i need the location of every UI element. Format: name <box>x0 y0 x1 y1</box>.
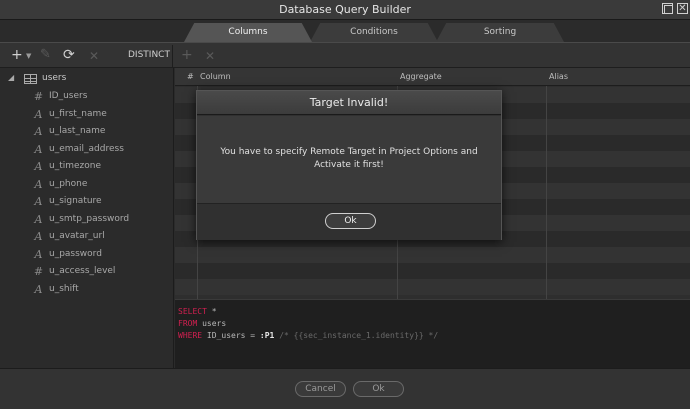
sql-line-select: SELECT * <box>178 306 690 318</box>
field-label: u_first_name <box>49 108 107 119</box>
field-label: u_password <box>49 248 102 259</box>
sql-line-from: FROM users <box>178 318 690 330</box>
dialog-footer: Cancel Ok <box>0 368 690 409</box>
field-label: u_signature <box>49 196 102 206</box>
column-header-alias[interactable]: Alias <box>549 72 568 81</box>
field-label: u_smtp_password <box>49 213 130 224</box>
text-icon: A <box>34 177 43 191</box>
chevron-down-icon[interactable]: ▼ <box>26 52 31 60</box>
table-tree-panel: ◢ users # ID_users Au_first_name Au_last_… <box>0 68 174 368</box>
field-label: u_timezone <box>49 161 102 171</box>
tab-columns[interactable]: Columns <box>184 23 312 42</box>
column-header-index: # <box>187 72 194 81</box>
add-icon[interactable]: + <box>11 47 23 63</box>
alert-dialog: Target Invalid! You have to specify Remo… <box>196 90 502 240</box>
table-row[interactable] <box>175 247 690 263</box>
sql-keyword: FROM <box>178 319 198 328</box>
sql-value: ID_users = <box>206 331 256 340</box>
ok-button[interactable]: Ok <box>353 381 404 397</box>
sql-value: * <box>211 307 217 316</box>
text-icon: A <box>34 142 43 156</box>
text-icon: A <box>34 212 43 226</box>
text-icon: A <box>34 195 43 208</box>
field-label: u_shift <box>49 283 79 294</box>
column-header-aggregate[interactable]: Aggregate <box>400 72 442 81</box>
sql-comment: /* {{sec_instance_1.identity}} */ <box>279 331 439 340</box>
text-icon: A <box>34 282 43 296</box>
add-column-icon[interactable]: + <box>181 47 193 63</box>
sql-parameter: :P1 <box>259 331 275 340</box>
column-header-column[interactable]: Column <box>200 72 231 81</box>
sql-keyword: SELECT <box>178 307 207 316</box>
sql-preview[interactable]: SELECT * FROM users WHERE ID_users = :P1… <box>175 299 690 368</box>
maximize-icon[interactable] <box>662 3 673 14</box>
alert-body: You have to specify Remote Target in Pro… <box>197 116 501 204</box>
toolbar-divider <box>172 45 173 67</box>
tree-table-label: users <box>42 73 67 83</box>
field-label: ID_users <box>49 91 88 101</box>
toolbar: + ▼ ✎ ⟳ ✕ DISTINCT + ✕ <box>0 42 690 68</box>
field-label: u_email_address <box>49 143 124 154</box>
table-row[interactable] <box>175 279 690 295</box>
tab-strip: Sorting Conditions Columns <box>0 20 690 42</box>
sql-line-where: WHERE ID_users = :P1 /* {{sec_instance_1… <box>178 330 690 342</box>
text-icon: A <box>34 247 43 261</box>
window-titlebar: Database Query Builder ✕ <box>0 0 690 20</box>
expand-arrow-icon[interactable]: ◢ <box>8 73 14 82</box>
alert-footer: Ok <box>197 205 501 240</box>
distinct-toggle[interactable]: DISTINCT <box>128 50 170 60</box>
field-label: u_phone <box>49 178 88 189</box>
tab-conditions[interactable]: Conditions <box>310 23 438 42</box>
alert-ok-button[interactable]: Ok <box>325 213 376 229</box>
edit-icon[interactable]: ✎ <box>40 47 51 62</box>
alert-message: You have to specify Remote Target in Pro… <box>220 147 478 170</box>
sql-keyword: WHERE <box>178 331 203 340</box>
field-label: u_last_name <box>49 126 106 136</box>
text-icon: A <box>34 107 43 121</box>
hash-icon: # <box>33 265 44 278</box>
window-title: Database Query Builder <box>279 3 411 16</box>
table-row[interactable] <box>175 263 690 279</box>
grid-divider <box>546 68 547 299</box>
delete-icon[interactable]: ✕ <box>89 49 99 63</box>
close-icon[interactable]: ✕ <box>677 3 688 14</box>
remove-column-icon[interactable]: ✕ <box>205 49 215 63</box>
refresh-icon[interactable]: ⟳ <box>63 47 75 63</box>
tab-sorting[interactable]: Sorting <box>436 23 564 42</box>
cancel-button[interactable]: Cancel <box>295 381 346 397</box>
hash-icon: # <box>33 90 44 103</box>
text-icon: A <box>34 125 43 138</box>
sql-value: users <box>202 319 227 328</box>
text-icon: A <box>34 230 43 243</box>
field-label: u_access_level <box>49 266 116 276</box>
text-icon: A <box>34 160 43 173</box>
grid-header: # Column Aggregate Alias <box>175 68 690 86</box>
field-label: u_avatar_url <box>49 231 105 241</box>
table-icon <box>24 74 37 84</box>
alert-title: Target Invalid! <box>197 91 501 115</box>
